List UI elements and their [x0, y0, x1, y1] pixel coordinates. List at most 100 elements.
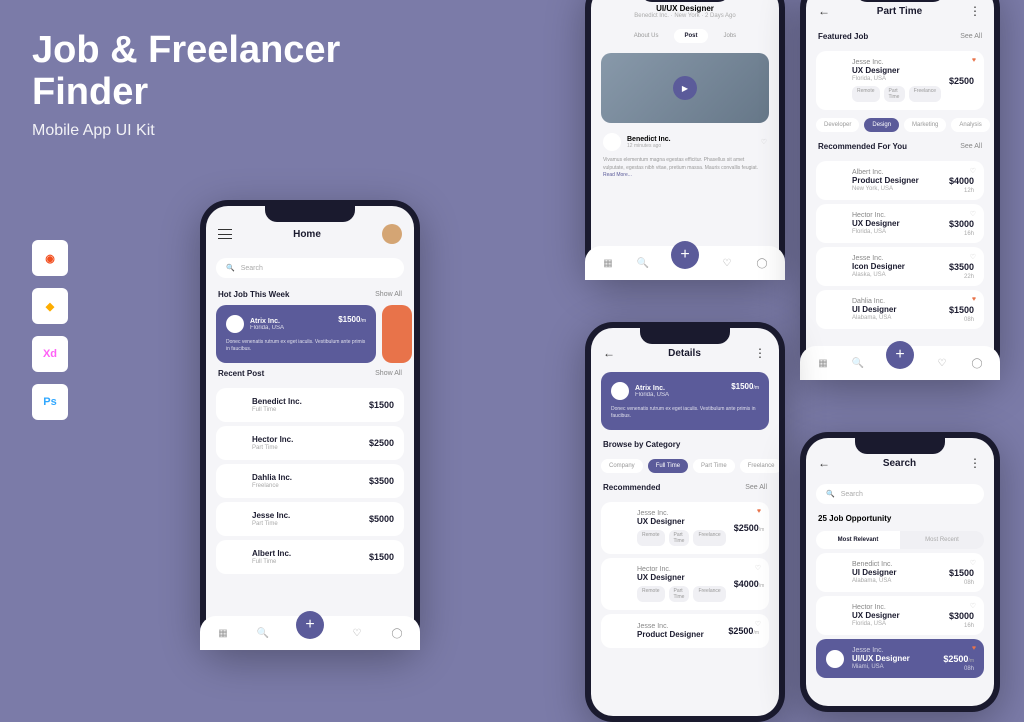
back-icon[interactable]: ←	[603, 346, 615, 360]
phone-parttime: ← Part Time ⋮ Featured Job See All Jesse…	[800, 0, 1000, 380]
company-logo	[226, 434, 244, 452]
company-logo	[826, 607, 844, 625]
tab-about[interactable]: About Us	[624, 29, 669, 43]
grid-icon[interactable]: ▦	[601, 256, 615, 270]
company-logo	[226, 315, 244, 333]
job-card[interactable]: Jesse Inc.UX Designer RemotePart TimeFre…	[601, 502, 769, 554]
job-card[interactable]: Dahlia Inc.UI Designer Alabama, USA $150…	[816, 290, 984, 329]
company-logo	[826, 564, 844, 582]
heart-icon[interactable]: ♡	[970, 210, 976, 218]
job-card[interactable]: Jesse Inc. UX Designer Florida, USA Remo…	[816, 51, 984, 110]
company-logo	[226, 472, 244, 490]
video-thumbnail[interactable]: ▶	[601, 53, 769, 123]
more-icon[interactable]: ⋮	[754, 346, 767, 360]
tab-post[interactable]: Post	[674, 29, 707, 43]
company-logo	[603, 133, 621, 151]
phone-details: ← Details ⋮ Atrix Inc. Florida, USA $150…	[585, 322, 785, 722]
more-icon[interactable]: ⋮	[969, 4, 982, 18]
job-card[interactable]: Dahlia Inc. Freelance $3500	[216, 464, 404, 498]
menu-icon[interactable]	[218, 229, 232, 239]
company-logo	[611, 519, 629, 537]
category-chip[interactable]: Company	[601, 459, 643, 473]
profile-icon[interactable]: ◯	[970, 356, 984, 370]
job-card[interactable]: Jesse Inc.Product Designer $2500/m♡	[601, 614, 769, 648]
heart-icon[interactable]: ♡	[761, 138, 767, 146]
hot-job-card[interactable]	[382, 305, 412, 363]
tool-icons: ◉ ◆ Xd Ps	[32, 240, 68, 420]
filter-chip[interactable]: Design	[864, 118, 899, 132]
grid-icon[interactable]: ▦	[816, 356, 830, 370]
heart-icon[interactable]: ♥	[757, 508, 761, 515]
job-card[interactable]: Hector Inc. Part Time $2500	[216, 426, 404, 460]
phone-profile: UI/UX Designer Benedict Inc. · New York …	[585, 0, 785, 280]
bottom-nav: ▦ 🔍 + ♡ ◯	[206, 616, 414, 644]
job-card[interactable]: Hector Inc.UX Designer RemotePart TimeFr…	[601, 558, 769, 610]
hot-job-card[interactable]: Atrix Inc. Florida, USA $1500/m Donec ve…	[216, 305, 376, 363]
heart-icon[interactable]: ♥	[972, 645, 976, 652]
phone-search: ← Search ⋮ 🔍 Search 25 Job Opportunity M…	[800, 432, 1000, 712]
search-icon[interactable]: 🔍	[256, 626, 270, 640]
page-title: Home	[293, 229, 321, 240]
search-input[interactable]: 🔍 Search	[816, 484, 984, 504]
xd-icon: Xd	[32, 336, 68, 372]
heart-icon[interactable]: ♡	[755, 620, 761, 628]
company-logo	[826, 650, 844, 668]
job-card[interactable]: Hector Inc.UX Designer Florida, USA $300…	[816, 204, 984, 243]
avatar[interactable]	[382, 224, 402, 244]
heart-icon[interactable]: ♡	[970, 167, 976, 175]
heart-icon[interactable]: ♡	[970, 253, 976, 261]
category-chip[interactable]: Full Time	[648, 459, 688, 473]
show-all-link[interactable]: Show All	[375, 291, 402, 298]
hot-job-card[interactable]: Atrix Inc. Florida, USA $1500/m Donec ve…	[601, 372, 769, 430]
grid-icon[interactable]: ▦	[216, 626, 230, 640]
job-card[interactable]: Jesse Inc. Part Time $5000	[216, 502, 404, 536]
read-more-link[interactable]: Read More...	[603, 172, 632, 178]
heart-icon[interactable]: ♥	[972, 296, 976, 303]
filter-chip[interactable]: Developer	[816, 118, 859, 132]
job-card[interactable]: Benedict Inc.UI Designer Alabama, USA $1…	[816, 553, 984, 592]
job-card[interactable]: Albert Inc. Full Time $1500	[216, 540, 404, 574]
fab-add[interactable]: +	[886, 341, 914, 369]
recent-heading: Recent Post	[218, 369, 264, 378]
filter-chip[interactable]: Analysis	[951, 118, 989, 132]
play-icon[interactable]: ▶	[673, 76, 697, 100]
job-card[interactable]: Albert Inc.Product Designer New York, US…	[816, 161, 984, 200]
hero-title: Job & FreelancerFinder Mobile App UI Kit	[32, 30, 340, 140]
sort-tab[interactable]: Most Recent	[900, 531, 984, 549]
company-logo	[226, 548, 244, 566]
company-logo	[826, 215, 844, 233]
job-card[interactable]: Jesse Inc.UI/UX Designer Miami, USA $250…	[816, 639, 984, 678]
back-icon[interactable]: ←	[818, 456, 830, 470]
search-icon[interactable]: 🔍	[851, 356, 865, 370]
filter-chip[interactable]: Marketing	[904, 118, 946, 132]
heart-icon[interactable]: ♡	[755, 564, 761, 572]
category-chip[interactable]: Freelance	[740, 459, 779, 473]
show-all-link[interactable]: Show All	[375, 370, 402, 377]
heart-icon[interactable]: ♡	[970, 602, 976, 610]
profile-icon[interactable]: ◯	[390, 626, 404, 640]
heart-icon[interactable]: ♡	[350, 626, 364, 640]
ps-icon: Ps	[32, 384, 68, 420]
heart-icon[interactable]: ♡	[720, 256, 734, 270]
company-logo	[611, 575, 629, 593]
job-card[interactable]: Hector Inc.UX Designer Florida, USA $300…	[816, 596, 984, 635]
back-icon[interactable]: ←	[818, 4, 830, 18]
hot-jobs-heading: Hot Job This Week	[218, 290, 289, 299]
job-card[interactable]: Benedict Inc. Full Time $1500	[216, 388, 404, 422]
heart-icon[interactable]: ♥	[972, 57, 976, 64]
company-logo	[611, 622, 629, 640]
search-icon[interactable]: 🔍	[636, 256, 650, 270]
more-icon[interactable]: ⋮	[969, 456, 982, 470]
profile-icon[interactable]: ◯	[755, 256, 769, 270]
company-logo	[611, 382, 629, 400]
company-logo	[226, 396, 244, 414]
job-card[interactable]: Jesse Inc.Icon Designer Alaska, USA $350…	[816, 247, 984, 286]
fab-add[interactable]: +	[296, 611, 324, 639]
heart-icon[interactable]: ♡	[970, 559, 976, 567]
heart-icon[interactable]: ♡	[935, 356, 949, 370]
category-chip[interactable]: Part Time	[693, 459, 735, 473]
tab-jobs[interactable]: Jobs	[714, 29, 747, 43]
fab-add[interactable]: +	[671, 241, 699, 269]
sort-tab[interactable]: Most Relevant	[816, 531, 900, 549]
search-input[interactable]: 🔍 Search	[216, 258, 404, 278]
